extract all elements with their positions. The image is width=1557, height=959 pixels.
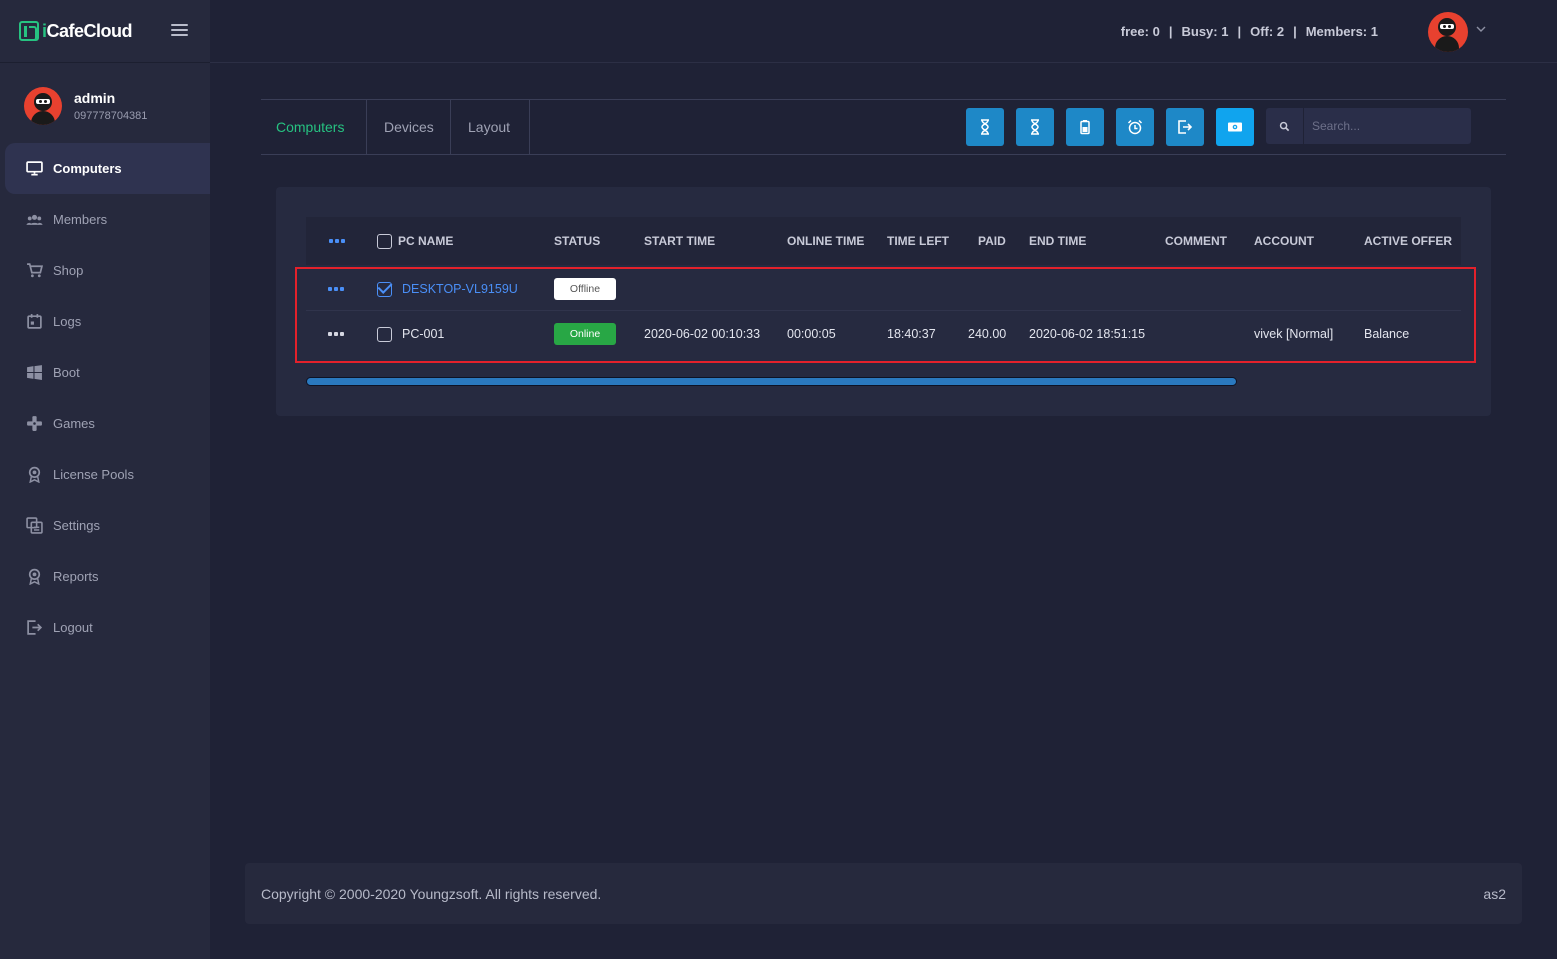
hamburger-menu-icon[interactable] <box>171 24 188 37</box>
user-profile[interactable]: admin 097778704381 <box>24 87 147 125</box>
stat-free-label: free: <box>1120 24 1149 39</box>
sidebar-nav: Computers Members Shop Logs Boot Games L… <box>5 143 210 653</box>
select-all-checkbox-cell: PC NAME <box>377 217 453 265</box>
column-header-comment[interactable]: COMMENT <box>1165 217 1227 265</box>
monitor-icon <box>25 161 43 177</box>
horizontal-scrollbar[interactable] <box>306 377 1237 386</box>
column-header-pc-name[interactable]: PC NAME <box>398 234 453 248</box>
more-horizontal-icon <box>329 239 345 243</box>
tab-layout[interactable]: Layout <box>451 100 530 154</box>
stat-busy-label: Busy: <box>1181 24 1218 39</box>
logout-pc-button[interactable] <box>1166 108 1204 146</box>
sidebar-item-label: Settings <box>53 518 100 533</box>
badge-icon <box>25 466 43 483</box>
cart-icon <box>25 263 43 279</box>
hourglass-icon <box>1031 119 1039 135</box>
sidebar-item-members[interactable]: Members <box>5 194 210 245</box>
top-bar: free: 0 | Busy: 1 | Off: 2 | Members: 1 <box>210 0 1557 63</box>
selection-highlight-box <box>295 267 1476 363</box>
gamepad-icon <box>25 416 43 432</box>
exit-icon <box>1178 120 1193 134</box>
stat-separator: | <box>1237 24 1242 39</box>
sidebar-item-label: License Pools <box>53 467 134 482</box>
sidebar-item-label: Reports <box>53 569 99 584</box>
copyright-text: Copyright © 2000-2020 Youngzsoft. All ri… <box>261 885 602 902</box>
stat-off-label: Off: <box>1250 24 1274 39</box>
search-icon[interactable] <box>1266 108 1304 144</box>
sidebar-item-settings[interactable]: Settings <box>5 500 210 551</box>
sidebar-item-license-pools[interactable]: License Pools <box>5 449 210 500</box>
sidebar-item-logout[interactable]: Logout <box>5 602 210 653</box>
header-actions-menu[interactable] <box>329 217 345 265</box>
battery-button[interactable] <box>1066 108 1104 146</box>
server-label: as2 <box>1483 885 1506 902</box>
users-icon <box>25 212 43 228</box>
sidebar-item-computers[interactable]: Computers <box>5 143 210 194</box>
money-icon <box>1228 122 1242 132</box>
column-header-online-time[interactable]: ONLINE TIME <box>787 217 864 265</box>
settings-icon <box>25 517 43 534</box>
status-summary: free: 0 | Busy: 1 | Off: 2 | Members: 1 <box>1121 24 1378 39</box>
sidebar-item-label: Computers <box>53 161 122 176</box>
tab-devices[interactable]: Devices <box>367 100 451 154</box>
tab-computers[interactable]: Computers <box>261 100 367 154</box>
sidebar: iCafeCloud admin 097778704381 Computers … <box>0 0 210 959</box>
sidebar-item-shop[interactable]: Shop <box>5 245 210 296</box>
user-name: admin <box>74 90 116 106</box>
sidebar-item-games[interactable]: Games <box>5 398 210 449</box>
select-all-checkbox[interactable] <box>377 233 392 249</box>
column-header-time-left[interactable]: TIME LEFT <box>887 217 949 265</box>
search-input[interactable] <box>1304 119 1464 133</box>
alarm-button[interactable] <box>1116 108 1154 146</box>
alarm-icon <box>1127 119 1143 135</box>
stat-separator: | <box>1293 24 1297 39</box>
brand-name: CafeCloud <box>46 20 133 41</box>
sidebar-item-reports[interactable]: Reports <box>5 551 210 602</box>
stat-separator: | <box>1168 24 1173 39</box>
calendar-icon <box>25 314 43 330</box>
add-time-button[interactable] <box>966 108 1004 146</box>
hourglass-icon <box>981 119 989 135</box>
footer: Copyright © 2000-2020 Youngzsoft. All ri… <box>245 863 1522 924</box>
sidebar-item-label: Logout <box>53 620 93 635</box>
user-menu-avatar[interactable] <box>1428 12 1468 52</box>
stat-busy-value: 1 <box>1221 24 1229 39</box>
column-header-active-offer[interactable]: ACTIVE OFFER <box>1364 217 1452 265</box>
column-header-status[interactable]: STATUS <box>554 217 600 265</box>
payment-button[interactable] <box>1216 108 1254 146</box>
stat-off-value: 2 <box>1276 24 1285 39</box>
table-header: PC NAME STATUS START TIME ONLINE TIME TI… <box>306 217 1461 265</box>
logout-icon <box>25 620 43 636</box>
column-header-start-time[interactable]: START TIME <box>644 217 715 265</box>
sidebar-item-label: Members <box>53 212 108 227</box>
column-header-end-time[interactable]: END TIME <box>1029 217 1086 265</box>
chevron-down-icon[interactable] <box>1475 23 1487 35</box>
stat-free-value: 0 <box>1152 24 1160 39</box>
user-phone: 097778704381 <box>74 110 148 122</box>
column-header-paid[interactable]: PAID <box>978 217 1006 265</box>
stat-members-label: Members: <box>1305 24 1368 39</box>
sidebar-item-logs[interactable]: Logs <box>5 296 210 347</box>
search-box <box>1266 108 1471 144</box>
windows-icon <box>25 365 43 381</box>
sidebar-item-label: Games <box>53 416 95 431</box>
sidebar-item-label: Boot <box>53 365 80 380</box>
battery-icon <box>1080 120 1090 135</box>
award-icon <box>25 568 43 585</box>
stat-members-value: 1 <box>1370 24 1378 39</box>
sidebar-item-label: Shop <box>53 263 84 278</box>
toolbar: Computers Devices Layout <box>261 99 1506 155</box>
column-header-account[interactable]: ACCOUNT <box>1254 217 1314 265</box>
sidebar-item-label: Logs <box>53 314 82 329</box>
logo-icon <box>19 21 39 41</box>
reduce-time-button[interactable] <box>1016 108 1054 146</box>
sidebar-item-boot[interactable]: Boot <box>5 347 210 398</box>
avatar <box>24 87 62 125</box>
